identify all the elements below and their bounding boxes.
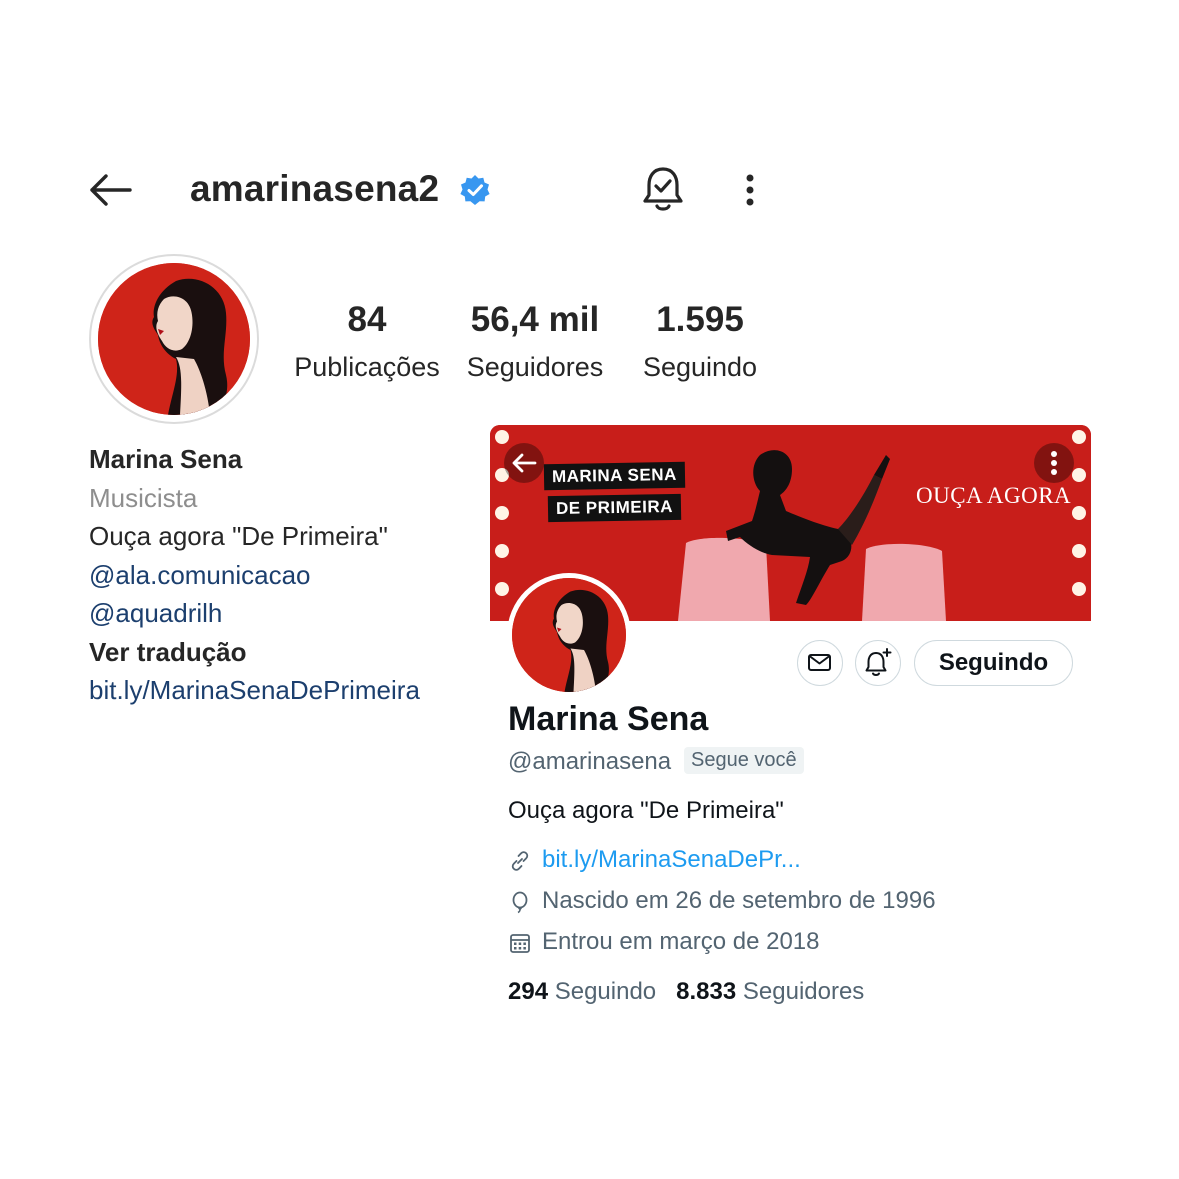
- joined-text: Entrou em março de 2018: [542, 928, 820, 955]
- notifications-button[interactable]: [855, 640, 901, 686]
- link-icon: [511, 851, 529, 871]
- instagram-header: amarinasena2: [0, 150, 1179, 230]
- avatar-photo: [512, 578, 626, 692]
- twitter-bio: Ouça agora "De Primeira": [508, 797, 784, 824]
- following-count-link[interactable]: 294 Seguindo: [508, 978, 656, 1005]
- stat-followers[interactable]: 56,4 mil Seguidores: [455, 300, 615, 383]
- twitter-avatar[interactable]: [507, 573, 631, 697]
- bio-mention[interactable]: @aquadrilh: [89, 594, 420, 633]
- stat-posts-label: Publicações: [294, 352, 440, 382]
- stat-following-value: 1.595: [656, 300, 744, 339]
- bio-text: Ouça agora "De Primeira": [89, 521, 388, 551]
- balloon-icon: [512, 891, 528, 914]
- profile-bio: Marina Sena Musicista Ouça agora "De Pri…: [89, 440, 420, 710]
- avatar-photo: [98, 263, 250, 415]
- verified-badge-icon: [459, 174, 491, 206]
- stat-following[interactable]: 1.595 Seguindo: [630, 300, 770, 383]
- bell-plus-icon: [865, 648, 892, 676]
- following-button[interactable]: Seguindo: [914, 640, 1073, 686]
- bio-mention[interactable]: @ala.comunicacao: [89, 556, 420, 595]
- banner-more-icon[interactable]: [1034, 443, 1074, 483]
- stat-followers-value: 56,4 mil: [470, 300, 600, 339]
- stat-posts[interactable]: 84 Publicações: [282, 300, 452, 383]
- follows-you-badge: Segue você: [684, 747, 804, 774]
- following-count: 294: [508, 978, 549, 1005]
- see-translation-link[interactable]: Ver tradução: [89, 633, 420, 672]
- banner-cta: OUÇA AGORA: [916, 483, 1072, 508]
- more-vertical-icon[interactable]: [738, 170, 762, 210]
- banner-title-line-2: DE PRIMEIRA: [547, 493, 682, 523]
- bio-category: Musicista: [89, 482, 198, 513]
- profile-username: amarinasena2: [190, 168, 440, 209]
- followers-count: 8.833: [676, 978, 737, 1005]
- followers-count-link[interactable]: 8.833 Seguidores: [676, 978, 864, 1005]
- website-link[interactable]: bit.ly/MarinaSenaDePr...: [542, 844, 801, 876]
- followers-label: Seguidores: [742, 978, 865, 1005]
- calendar-icon: [510, 934, 530, 953]
- bio-name: Marina Sena: [89, 444, 243, 474]
- bell-check-icon[interactable]: [640, 164, 686, 214]
- banner-back-arrow-icon[interactable]: [504, 443, 544, 483]
- twitter-handle: @amarinasena: [508, 748, 672, 775]
- following-label: Seguindo: [554, 978, 657, 1005]
- stat-following-label: Seguindo: [642, 352, 758, 382]
- twitter-display-name: Marina Sena: [508, 700, 709, 738]
- profile-avatar[interactable]: [89, 254, 259, 424]
- message-button[interactable]: [797, 640, 843, 686]
- back-arrow-icon[interactable]: [86, 170, 134, 210]
- envelope-icon: [808, 654, 831, 671]
- follow-counts: 294 Seguindo 8.833 Seguidores: [508, 978, 864, 1006]
- stat-posts-value: 84: [347, 300, 387, 339]
- banner-title-line-1: MARINA SENA: [543, 461, 686, 491]
- stat-followers-label: Seguidores: [466, 352, 604, 382]
- bio-link[interactable]: bit.ly/MarinaSenaDePrimeira: [89, 671, 420, 710]
- birthdate-text: Nascido em 26 de setembro de 1996: [542, 887, 936, 914]
